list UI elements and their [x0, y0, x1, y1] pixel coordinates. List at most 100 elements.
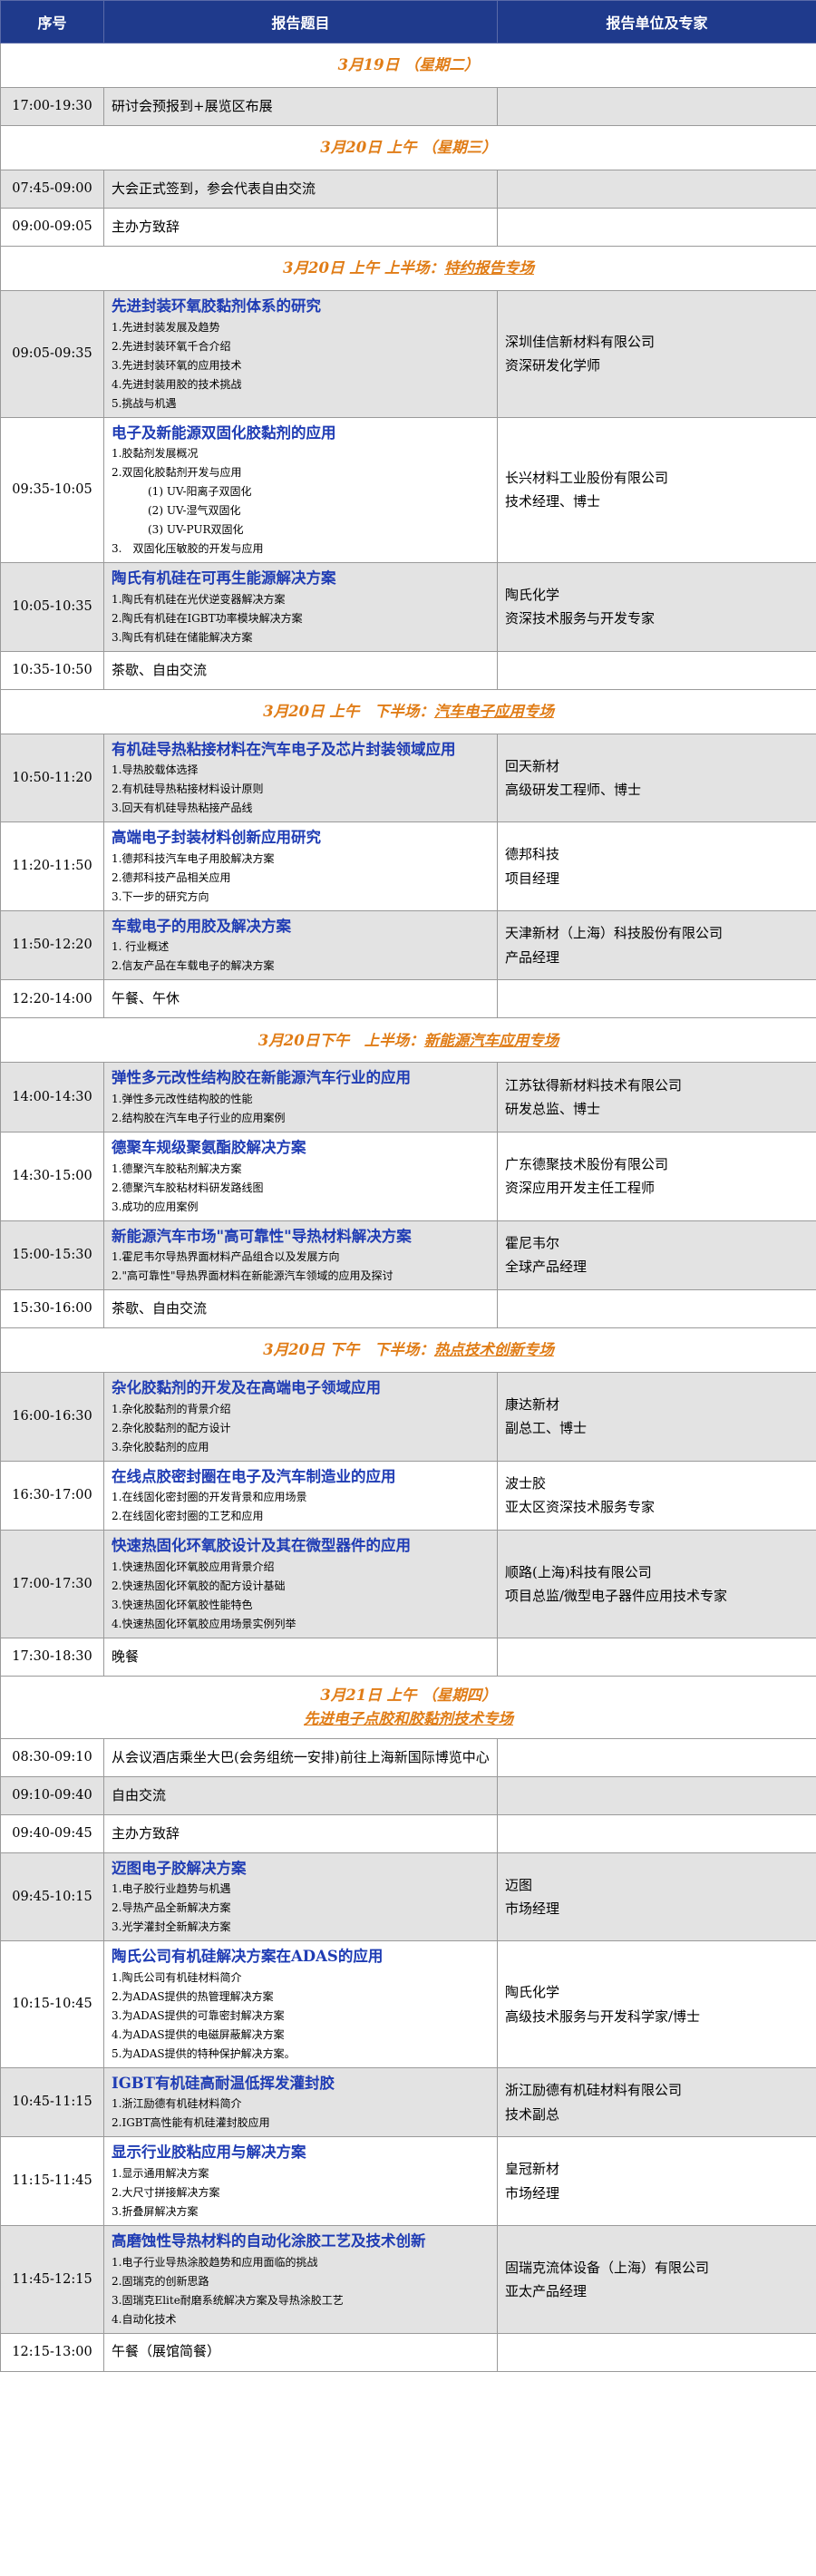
org-name: 顺路(上海)科技有限公司	[505, 1563, 652, 1580]
speaker-role: 高级研发工程师、博士	[505, 781, 642, 798]
schedule-row: 09:10-09:40 自由交流	[0, 1775, 816, 1815]
talk-outline-item: 1.弹性多元改性结构胶的性能	[112, 1092, 253, 1105]
time-cell: 12:20-14:00	[0, 979, 104, 1019]
talk-row: 17:00-17:30 快速热固化环氧胶设计及其在微型器件的应用 1.快速热固化环氧…	[0, 1530, 816, 1638]
talk-outline-item: 3.折叠屏解决方案	[112, 2205, 199, 2218]
header-title: 报告题目	[103, 0, 498, 44]
time-cell: 11:20-11:50	[0, 821, 104, 911]
org-cell-empty	[497, 1637, 816, 1677]
time-cell: 17:00-19:30	[0, 87, 104, 126]
talk-title: 杂化胶黏剂的开发及在高端电子领域应用	[112, 1379, 381, 1397]
talk-outline-item: (2) UV-湿气双固化	[148, 504, 241, 518]
time-cell: 16:00-16:30	[0, 1372, 104, 1462]
talk-outline-item: 1.浙江励德有机硅材料简介	[112, 2097, 242, 2111]
time-cell: 09:40-09:45	[0, 1813, 104, 1853]
org-name: 陶氏化学	[505, 1984, 560, 2001]
speaker-role: 亚太区资深技术服务专家	[505, 1499, 656, 1516]
section-session: 热点技术创新专场	[433, 1341, 554, 1359]
speaker-role: 市场经理	[505, 2184, 560, 2202]
talk-outline-item: 2.大尺寸拼接解决方案	[112, 2186, 220, 2199]
activity-cell: 主办方致辞	[103, 1813, 498, 1853]
talk-cell: 快速热固化环氧胶设计及其在微型器件的应用 1.快速热固化环氧胶应用背景介绍 2.快速…	[103, 1530, 498, 1638]
talk-outline-item: 3. 双固化压敏胶的开发与应用	[112, 542, 264, 556]
talk-outline-item: 3.为ADAS提供的可靠密封解决方案	[112, 2008, 285, 2022]
speaker-role: 技术经理、博士	[505, 493, 601, 510]
talk-cell: 在线点胶密封圈在电子及汽车制造业的应用 1.在线固化密封圈的开发背景和应用场景 2.…	[103, 1460, 498, 1531]
section-row: 3月21日 上午 （星期四） 先进电子点胶和胶黏剂技术专场	[0, 1675, 816, 1739]
schedule-row: 17:30-18:30 晚餐	[0, 1637, 816, 1677]
talk-title: 快速热固化环氧胶设计及其在微型器件的应用	[112, 1537, 411, 1555]
org-name: 德邦科技	[505, 846, 560, 863]
talk-cell: 迈图电子胶解决方案 1.电子胶行业趋势与机遇 2.导热产品全新解决方案 3.光学灌封全…	[103, 1852, 498, 1942]
org-cell-empty	[497, 2332, 816, 2372]
time-cell: 11:50-12:20	[0, 909, 104, 981]
activity-cell: 茶歇、自由交流	[103, 650, 498, 690]
speaker-role: 副总工、博士	[505, 1420, 588, 1437]
org-name: 皇冠新材	[505, 2161, 560, 2178]
agenda-body: 3月19日 （星期二） 17:00-19:30 研讨会预报到+展览区布展 3月20日 …	[0, 43, 816, 2372]
talk-title: 新能源汽车市场"高可靠性"导热材料解决方案	[112, 1227, 412, 1245]
talk-outline-item: 1.胶黏剂发展概况	[112, 447, 199, 461]
talk-title: 高磨蚀性导热材料的自动化涂胶工艺及技术创新	[112, 2232, 426, 2250]
talk-title: 德聚车规级聚氨酯胶解决方案	[112, 1138, 306, 1156]
org-name: 迈图	[505, 1876, 533, 1893]
time-cell: 10:15-10:45	[0, 1940, 104, 2068]
time-cell: 15:00-15:30	[0, 1220, 104, 1291]
talk-outline-item: 1.霍尼韦尔导热界面材料产品组合以及发展方向	[112, 1250, 340, 1264]
time-cell: 15:30-16:00	[0, 1289, 104, 1329]
talk-outline-item: 2.德聚汽车胶粘材料研发路线图	[112, 1181, 264, 1194]
talk-outline-item: 2.结构胶在汽车电子行业的应用案例	[112, 1111, 286, 1124]
talk-outline-item: 3.杂化胶黏剂的应用	[112, 1440, 209, 1453]
talk-row: 16:30-17:00 在线点胶密封圈在电子及汽车制造业的应用 1.在线固化密封圈的…	[0, 1460, 816, 1531]
talk-outline-item: 2."高可靠性"导热界面材料在新能源汽车领域的应用及探讨	[112, 1269, 393, 1283]
talk-outline-item: 2.陶氏有机硅在IGBT功率模块解决方案	[112, 611, 303, 625]
time-cell: 14:00-14:30	[0, 1062, 104, 1132]
org-cell: 陶氏化学 资深技术服务与开发专家	[497, 562, 816, 652]
talk-outline-item: 4.为ADAS提供的电磁屏蔽解决方案	[112, 2027, 285, 2041]
talk-cell: 先进封装环氧胶黏剂体系的研究 1.先进封装发展及趋势 2.先进封装环氧千合介绍 3.先…	[103, 290, 498, 418]
talk-outline-item: 1.陶氏有机硅在光伏逆变器解决方案	[112, 592, 286, 606]
org-name: 陶氏化学	[505, 587, 560, 604]
talk-title: 陶氏有机硅在可再生能源解决方案	[112, 569, 336, 588]
org-cell: 皇冠新材 市场经理	[497, 2136, 816, 2226]
talk-outline-item: 3.固瑞克Elite耐磨系统解决方案及导热涂胶工艺	[112, 2293, 344, 2307]
time-cell: 10:50-11:20	[0, 733, 104, 823]
org-name: 波士胶	[505, 1475, 547, 1492]
speaker-role: 亚太产品经理	[505, 2282, 588, 2299]
activity-cell: 自由交流	[103, 1775, 498, 1815]
talk-row: 09:45-10:15 迈图电子胶解决方案 1.电子胶行业趋势与机遇 2.导热产品全新…	[0, 1852, 816, 1942]
talk-outline-item: 3.陶氏有机硅在储能解决方案	[112, 630, 253, 644]
org-cell-empty	[497, 1813, 816, 1853]
talk-row: 10:50-11:20 有机硅导热粘接材料在汽车电子及芯片封装领域应用 1.导热胶载…	[0, 733, 816, 823]
speaker-role: 项目经理	[505, 870, 560, 887]
talk-outline-item: 3.先进封装环氧的应用技术	[112, 358, 242, 372]
speaker-role: 全球产品经理	[505, 1259, 588, 1276]
talk-outline-item: 1.导热胶载体选择	[112, 763, 199, 777]
schedule-row: 07:45-09:00 大会正式签到，参会代表自由交流	[0, 170, 816, 209]
section-header: 3月20日 上午 上半场：特约报告专场	[0, 246, 816, 291]
talk-outline-item: 1.陶氏公司有机硅材料简介	[112, 1970, 242, 1984]
org-name: 回天新材	[505, 757, 560, 774]
talk-outline-item: 2.杂化胶黏剂的配方设计	[112, 1421, 231, 1434]
talk-outline-item: 1.先进封装发展及趋势	[112, 320, 220, 334]
talk-title: 高端电子封装材料创新应用研究	[112, 829, 321, 847]
talk-outline-item: 5.挑战与机遇	[112, 396, 177, 410]
section-row: 3月20日 上午 上半场：特约报告专场	[0, 246, 816, 291]
talk-outline-item: 1.德聚汽车胶粘剂解决方案	[112, 1162, 242, 1175]
org-name: 天津新材（上海）科技股份有限公司	[505, 925, 724, 942]
talk-row: 10:15-10:45 陶氏公司有机硅解决方案在ADAS的应用 1.陶氏公司有机硅材…	[0, 1940, 816, 2068]
org-name: 江苏钛得新材料技术有限公司	[505, 1076, 683, 1094]
talk-outline-item: 4.快速热固化环氧胶应用场景实例列举	[112, 1617, 296, 1630]
org-cell-empty	[497, 208, 816, 247]
header-row: 序号 报告题目 报告单位及专家	[0, 0, 816, 44]
section-date: 3月20日下午 上半场：	[257, 1031, 424, 1049]
talk-outline-item: 4.自动化技术	[112, 2312, 177, 2326]
talk-row: 14:00-14:30 弹性多元改性结构胶在新能源汽车行业的应用 1.弹性多元改性结…	[0, 1062, 816, 1132]
activity-cell: 主办方致辞	[103, 208, 498, 247]
talk-outline-item: 2.有机硅导热粘接材料设计原则	[112, 783, 264, 796]
talk-outline-item: 4.先进封装用胶的技术挑战	[112, 377, 242, 391]
talk-outline-item: 3.快速热固化环氧胶性能特色	[112, 1598, 253, 1611]
org-cell-empty	[497, 170, 816, 209]
talk-outline-item: 2.信友产品在车载电子的解决方案	[112, 959, 275, 973]
talk-cell: IGBT有机硅高耐温低挥发灌封胶 1.浙江励德有机硅材料简介 2.IGBT高性能有机…	[103, 2066, 498, 2138]
